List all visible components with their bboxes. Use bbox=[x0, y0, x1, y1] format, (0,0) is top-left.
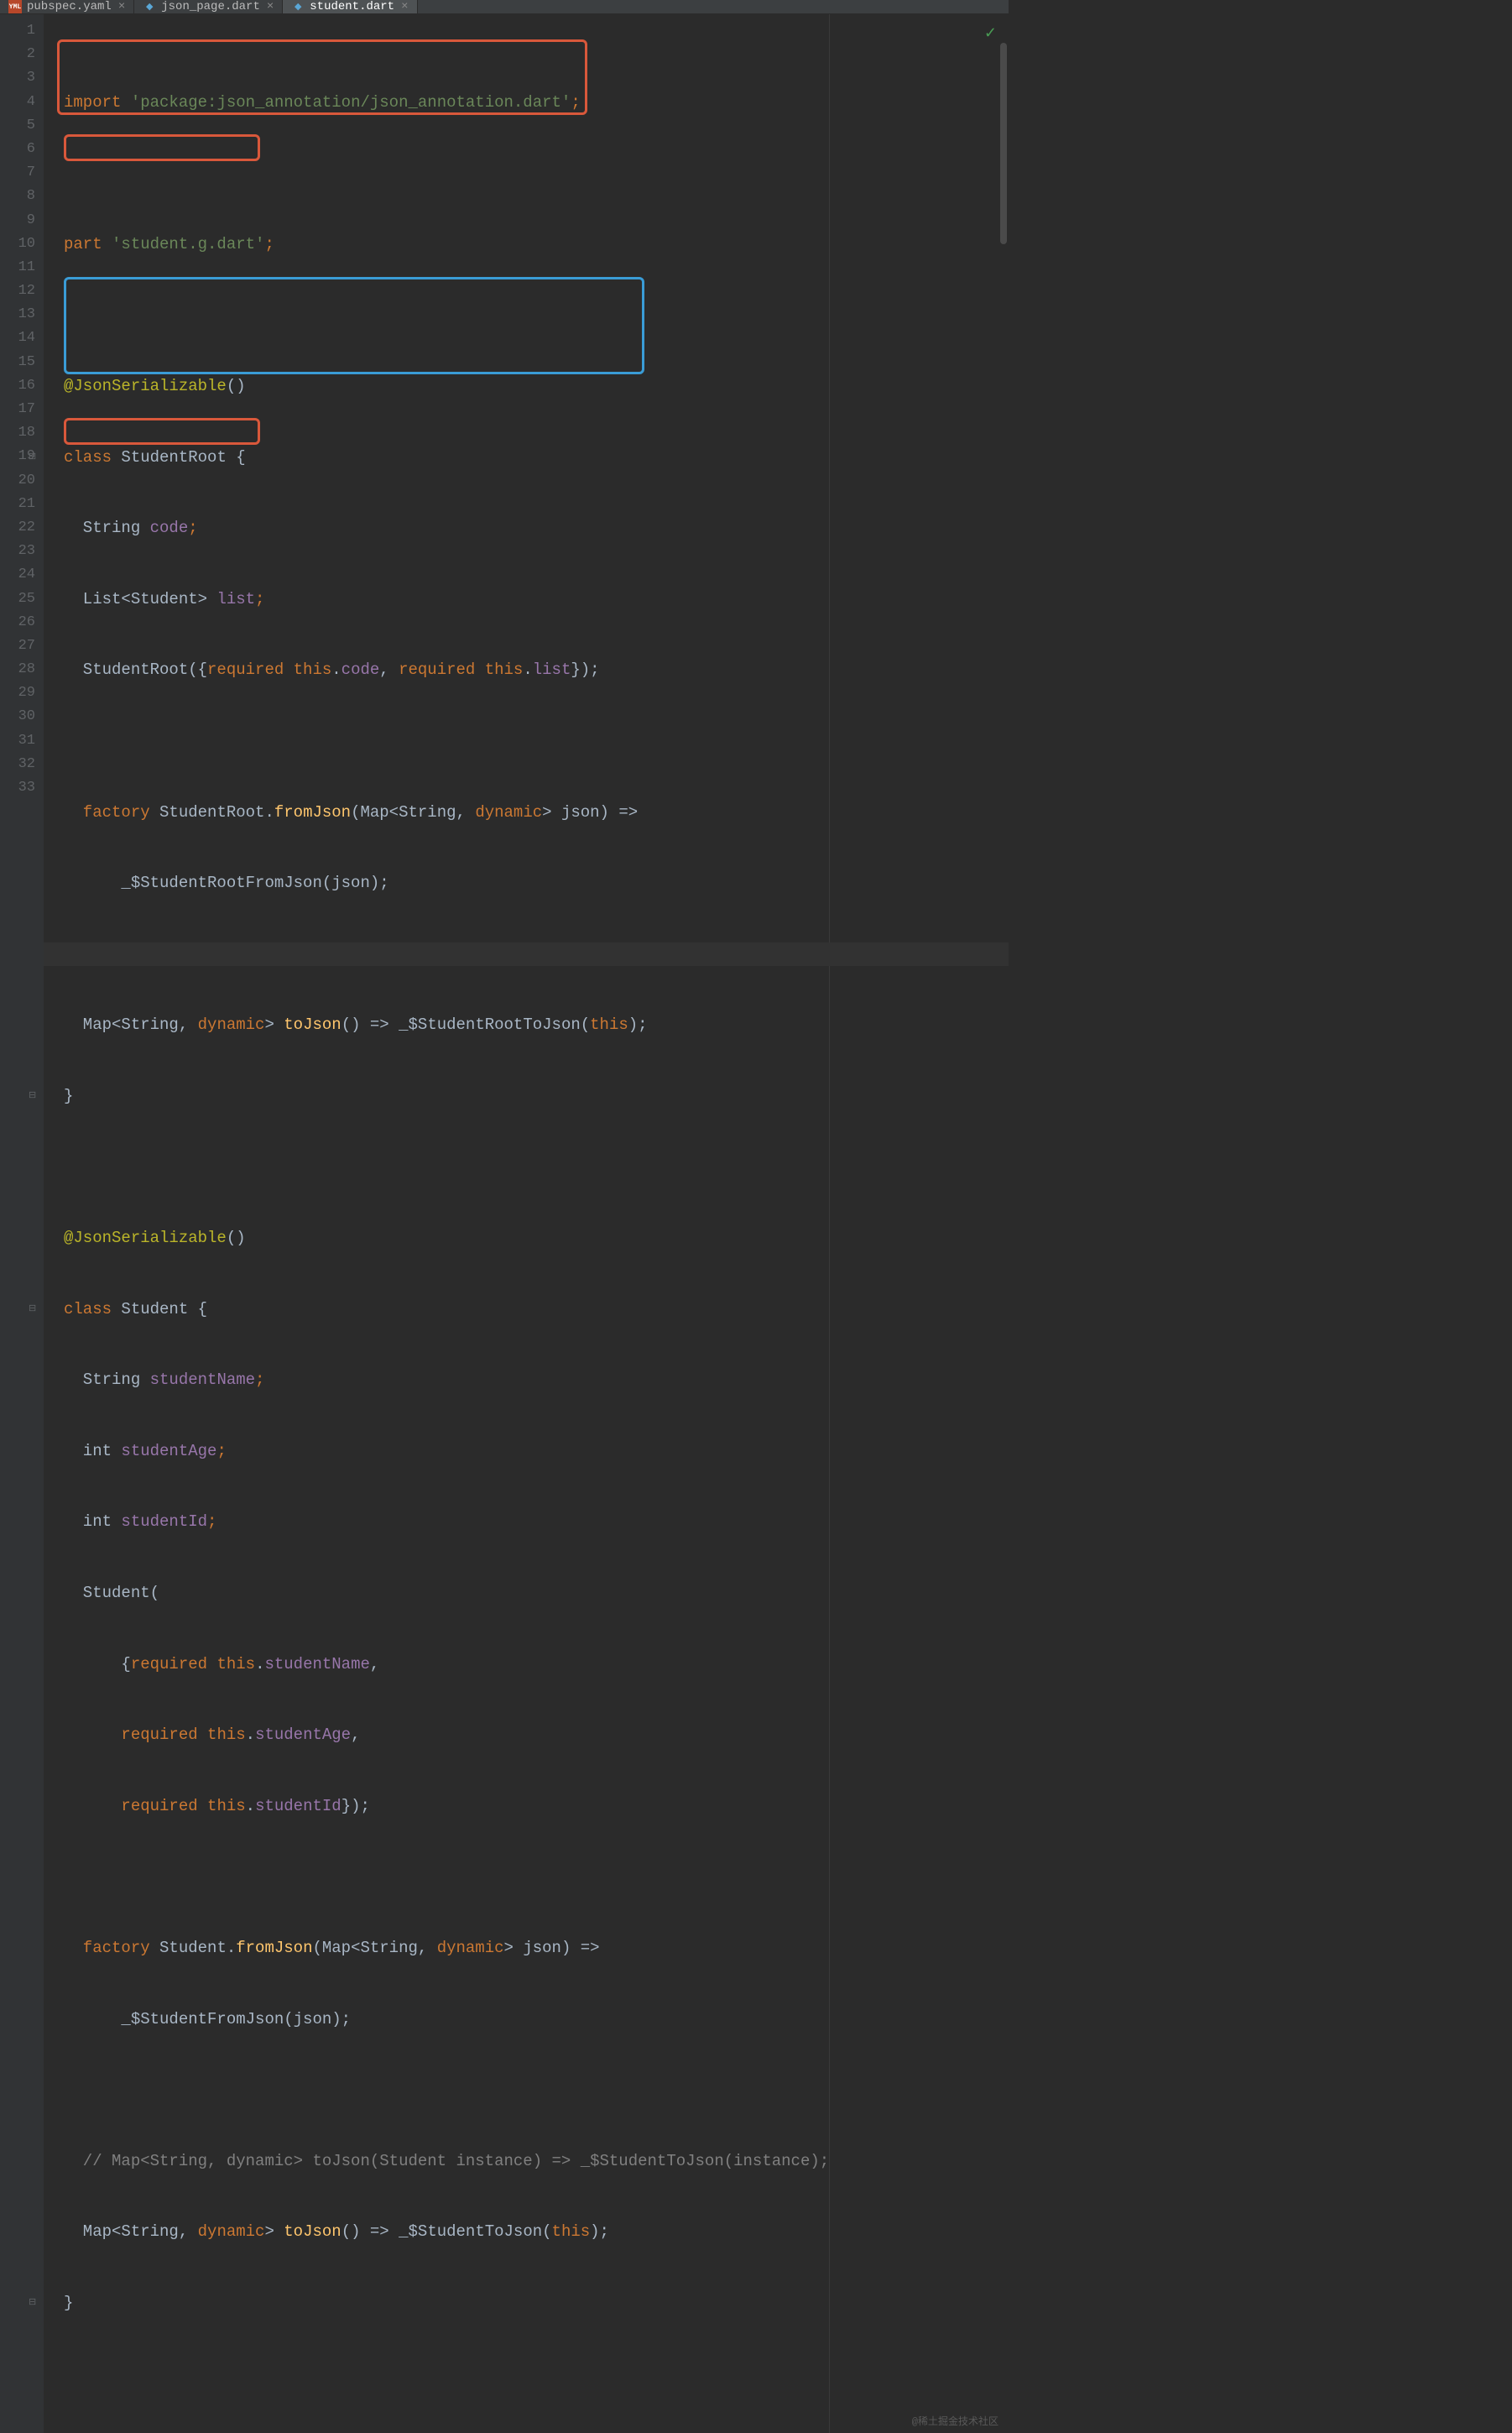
code-line[interactable]: factory StudentRoot.fromJson(Map<String,… bbox=[44, 801, 1009, 824]
line-number: 16 bbox=[7, 374, 35, 398]
code-line[interactable]: Student( bbox=[44, 1581, 1009, 1605]
code-line[interactable]: List<Student> list; bbox=[44, 587, 1009, 611]
yaml-file-icon: YML bbox=[8, 0, 22, 13]
line-number: 4 bbox=[7, 91, 35, 114]
code-line[interactable]: {required this.studentName, bbox=[44, 1652, 1009, 1676]
line-gutter: 1 2 3 4 5 6 7 8 9 10 11 12 13 14 15 16 1… bbox=[0, 14, 44, 2433]
line-number: 5 bbox=[7, 114, 35, 138]
line-number: 7 bbox=[7, 161, 35, 185]
code-line[interactable] bbox=[44, 161, 1009, 185]
scrollbar-thumb[interactable] bbox=[1000, 43, 1007, 244]
line-number: 2 bbox=[7, 43, 35, 66]
code-line[interactable]: int studentId; bbox=[44, 1510, 1009, 1533]
code-editor: YML pubspec.yaml × ◆ json_page.dart × ◆ … bbox=[0, 0, 1009, 830]
line-number: 30 bbox=[7, 705, 35, 728]
line-number: 9 bbox=[7, 209, 35, 232]
fold-icon[interactable]: ⊟ bbox=[29, 446, 36, 469]
dart-file-icon: ◆ bbox=[143, 0, 156, 13]
line-number: 27 bbox=[7, 634, 35, 658]
code-line[interactable] bbox=[44, 1865, 1009, 1888]
line-number: 17 bbox=[7, 398, 35, 421]
code-line[interactable]: @JsonSerializable() bbox=[44, 374, 1009, 398]
dart-file-icon: ◆ bbox=[291, 0, 305, 13]
tab-json-page-dart[interactable]: ◆ json_page.dart × bbox=[134, 0, 283, 13]
code-line[interactable]: required this.studentAge, bbox=[44, 1723, 1009, 1746]
line-number: 23 bbox=[7, 540, 35, 563]
code-line[interactable]: _$StudentFromJson(json); bbox=[44, 2007, 1009, 2031]
code-line[interactable]: ⊟} bbox=[44, 1084, 1009, 1108]
line-number: 33 bbox=[7, 776, 35, 800]
line-number: 22 bbox=[7, 516, 35, 540]
line-number: 25 bbox=[7, 587, 35, 611]
code-line[interactable]: @JsonSerializable() bbox=[44, 1226, 1009, 1250]
close-icon[interactable]: × bbox=[401, 0, 408, 13]
line-number: 3 bbox=[7, 66, 35, 90]
code-content[interactable]: import 'package:json_annotation/json_ann… bbox=[44, 14, 1009, 2433]
line-number: 20 bbox=[7, 469, 35, 493]
code-line[interactable]: String studentName; bbox=[44, 1368, 1009, 1391]
code-line[interactable]: String code; bbox=[44, 516, 1009, 540]
tab-label: json_page.dart bbox=[161, 0, 260, 13]
line-number: 12 bbox=[7, 279, 35, 303]
code-line[interactable] bbox=[44, 303, 1009, 326]
code-line[interactable]: _$StudentRootFromJson(json); bbox=[44, 871, 1009, 895]
code-line[interactable]: ⊟} bbox=[44, 2291, 1009, 2315]
code-line[interactable]: import 'package:json_annotation/json_ann… bbox=[44, 91, 1009, 114]
line-number: 13 bbox=[7, 303, 35, 326]
line-number: 1 bbox=[7, 19, 35, 43]
line-number: 10 bbox=[7, 232, 35, 256]
line-number: 14 bbox=[7, 326, 35, 350]
line-number: 26 bbox=[7, 611, 35, 634]
line-number: 21 bbox=[7, 493, 35, 516]
code-line[interactable] bbox=[44, 2363, 1009, 2386]
code-line[interactable] bbox=[44, 1156, 1009, 1179]
watermark: @稀土掘金技术社区 bbox=[912, 2414, 998, 2428]
line-number: 32 bbox=[7, 753, 35, 776]
line-number: 28 bbox=[7, 658, 35, 681]
code-line[interactable] bbox=[44, 2078, 1009, 2101]
code-line-current[interactable] bbox=[44, 942, 1009, 966]
code-line[interactable]: // Map<String, dynamic> toJson(Student i… bbox=[44, 2149, 1009, 2173]
line-number: 29 bbox=[7, 681, 35, 705]
tab-label: pubspec.yaml bbox=[27, 0, 112, 13]
code-line[interactable]: part 'student.g.dart'; bbox=[44, 232, 1009, 256]
line-number: 11 bbox=[7, 256, 35, 279]
line-number: 6 bbox=[7, 138, 35, 161]
analysis-ok-icon[interactable]: ✓ bbox=[984, 24, 997, 43]
fold-icon[interactable]: ⊟ bbox=[29, 2291, 36, 2315]
code-line[interactable]: Map<String, dynamic> toJson() => _$Stude… bbox=[44, 1013, 1009, 1036]
code-line[interactable]: Map<String, dynamic> toJson() => _$Stude… bbox=[44, 2220, 1009, 2243]
fold-icon[interactable]: ⊟ bbox=[29, 1084, 36, 1108]
code-line[interactable]: required this.studentId}); bbox=[44, 1794, 1009, 1818]
tab-bar: YML pubspec.yaml × ◆ json_page.dart × ◆ … bbox=[0, 0, 1009, 14]
code-line[interactable]: ⊟class Student { bbox=[44, 1297, 1009, 1321]
code-line[interactable]: int studentAge; bbox=[44, 1439, 1009, 1463]
close-icon[interactable]: × bbox=[267, 0, 274, 13]
fold-icon[interactable]: ⊟ bbox=[29, 1297, 36, 1321]
tab-label: student.dart bbox=[310, 0, 394, 13]
tab-pubspec-yaml[interactable]: YML pubspec.yaml × bbox=[0, 0, 134, 13]
code-area[interactable]: 1 2 3 4 5 6 7 8 9 10 11 12 13 14 15 16 1… bbox=[0, 14, 1009, 2433]
line-number: 24 bbox=[7, 563, 35, 587]
code-line[interactable]: ⊟class StudentRoot { bbox=[44, 446, 1009, 469]
code-line[interactable]: StudentRoot({required this.code, require… bbox=[44, 658, 1009, 681]
line-number: 15 bbox=[7, 351, 35, 374]
line-number: 8 bbox=[7, 185, 35, 208]
line-number: 18 bbox=[7, 421, 35, 445]
code-line[interactable]: factory Student.fromJson(Map<String, dyn… bbox=[44, 1936, 1009, 1960]
code-line[interactable] bbox=[44, 729, 1009, 753]
line-number: 31 bbox=[7, 729, 35, 753]
close-icon[interactable]: × bbox=[118, 0, 125, 13]
tab-student-dart[interactable]: ◆ student.dart × bbox=[283, 0, 417, 13]
